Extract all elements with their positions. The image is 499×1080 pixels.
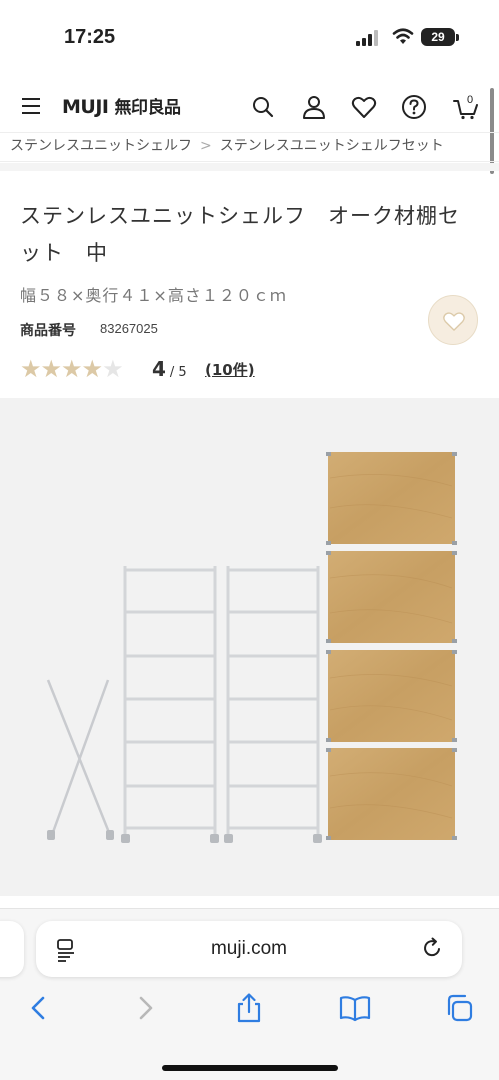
breadcrumb-separator-icon: >: [200, 138, 212, 154]
site-header: MUJI 無印良品 0: [0, 82, 499, 132]
section-divider: [0, 163, 499, 171]
share-icon[interactable]: [234, 993, 264, 1023]
rating-value: 4: [152, 357, 166, 381]
star-filled-icon: ★: [20, 355, 42, 383]
home-indicator[interactable]: [162, 1065, 338, 1071]
account-icon[interactable]: [301, 94, 327, 120]
star-empty-icon: ★: [102, 355, 124, 383]
rating-out-of: / 5: [169, 365, 187, 380]
favorites-heart-icon[interactable]: [351, 94, 377, 120]
muji-logo[interactable]: MUJI 無印良品: [62, 93, 181, 118]
address-bar[interactable]: muji.com: [36, 921, 462, 977]
previous-tab-preview[interactable]: [0, 921, 24, 977]
cross-brace: [46, 679, 112, 836]
cart-icon[interactable]: 0: [452, 92, 480, 120]
hamburger-menu-icon[interactable]: [22, 98, 40, 114]
breadcrumb-item[interactable]: ステンレスユニットシェルフ: [10, 138, 192, 154]
star-filled-icon: ★: [40, 355, 63, 383]
bookmarks-icon[interactable]: [338, 993, 372, 1023]
rating-stars: ★ ★ ★ ★ ★: [20, 355, 124, 383]
url-text: muji.com: [210, 938, 287, 959]
logo-en: MUJI: [62, 96, 109, 118]
browser-toolbar: muji.com: [0, 908, 499, 1080]
status-time: 17:25: [64, 26, 116, 48]
side-frame-1: [123, 566, 217, 838]
forward-icon[interactable]: [130, 993, 160, 1023]
product-title: ステンレスユニットシェルフ オーク材棚セット 中: [20, 204, 460, 265]
review-count-link[interactable]: (10件): [205, 359, 255, 380]
reload-icon[interactable]: [422, 937, 444, 959]
back-icon[interactable]: [24, 993, 54, 1023]
oak-shelf-boards: [328, 452, 455, 840]
battery-icon: 29: [421, 28, 455, 46]
search-icon[interactable]: [250, 94, 276, 120]
shelf-illustration: [46, 452, 457, 843]
tabs-icon[interactable]: [444, 993, 474, 1023]
heart-icon: [443, 312, 465, 331]
help-icon[interactable]: [401, 94, 427, 120]
rating-score: 4/ 5: [152, 357, 187, 381]
cellular-signal-icon: [356, 30, 378, 46]
product-number-value: 83267025: [100, 321, 158, 336]
breadcrumb: ステンレスユニットシェルフ > ステンレスユニットシェルフセット: [0, 132, 499, 162]
star-filled-icon: ★: [61, 355, 83, 383]
battery-tip: [456, 34, 459, 41]
add-to-favorites-button[interactable]: [428, 295, 478, 345]
logo-jp: 無印良品: [114, 98, 181, 118]
cart-count: 0: [467, 94, 473, 106]
product-image[interactable]: [0, 398, 499, 896]
status-bar: 17:25 29: [0, 0, 499, 72]
side-frame-2: [226, 566, 320, 838]
product-number-label: 商品番号: [20, 323, 76, 339]
product-size: 幅５８×奥行４１×高さ１２０ｃｍ: [20, 286, 287, 305]
wifi-icon: [392, 28, 414, 44]
breadcrumb-item[interactable]: ステンレスユニットシェルフセット: [220, 138, 444, 154]
star-filled-icon: ★: [81, 355, 104, 383]
